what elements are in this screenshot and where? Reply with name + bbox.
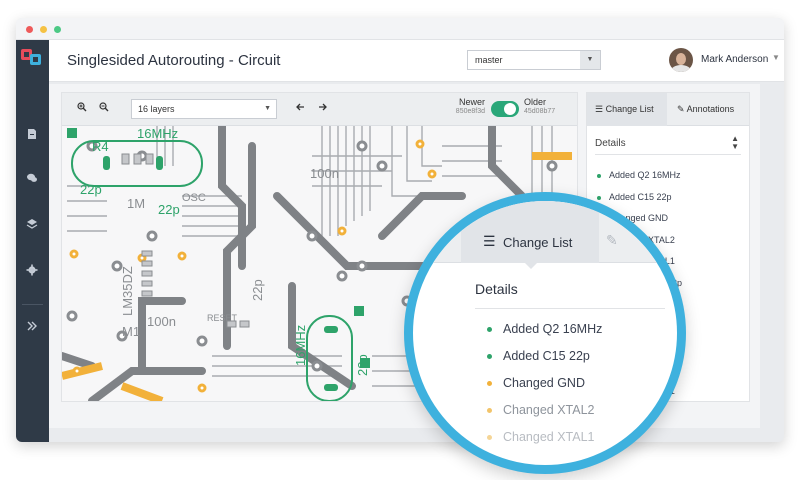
sort-icon: ▲ ▼ (731, 134, 739, 151)
board-label-22p-b: 22p (158, 202, 180, 217)
board-label-22p-a: 22p (80, 182, 102, 197)
older-hash: 45d08b77 (524, 108, 556, 115)
arrow-left-icon[interactable] (293, 102, 307, 116)
status-dot-icon (487, 354, 492, 359)
list-item[interactable]: Changed GND (475, 370, 675, 397)
board-label-100n-b: 100n (147, 314, 176, 329)
board-label-16mhz-b: 16MHz (293, 325, 308, 366)
board-label-100n-a: 100n (310, 166, 339, 181)
list-item-label: Changed XTAL2 (503, 403, 595, 417)
list-item[interactable]: Changed XTAL2 (475, 397, 675, 424)
expand-sidebar-icon[interactable] (24, 320, 40, 336)
list-item-label: Added Q2 16MHz (609, 170, 681, 180)
board-label-r4: R4 (92, 139, 109, 154)
pencil-icon: ✎ (606, 232, 618, 248)
maximize-window-button[interactable] (54, 26, 61, 33)
arrow-right-icon[interactable] (316, 102, 330, 116)
minimize-window-button[interactable] (40, 26, 47, 33)
board-label-m1: M1 (122, 324, 140, 339)
board-label-lm35dz: LM35DZ (120, 266, 135, 316)
board-label-osc: OSC (182, 192, 206, 204)
list-icon: ☰ (595, 104, 604, 114)
newer-label: Newer (458, 97, 485, 107)
list-item-label: Changed GND (503, 376, 585, 390)
tab-annotations[interactable]: ✎ Annotations (669, 93, 749, 126)
newer-version: Newer 850e8f3d (456, 97, 485, 115)
magnifier-tab-label: Change List (503, 235, 573, 250)
status-dot-icon (487, 381, 492, 386)
magnifier-details-label: Details (475, 281, 665, 309)
list-item[interactable]: Added Q2 16MHz (475, 316, 675, 343)
older-label: Older (524, 97, 547, 107)
tab-pointer (525, 263, 537, 269)
list-item[interactable]: Added C15 22p (475, 343, 675, 370)
panel-tabs: ☰ Change List ✎ Annotations (587, 93, 749, 126)
stage: Singlesided Autorouting - Circuit master… (0, 0, 800, 480)
magnifier-change-list: Added Q2 16MHz Added C15 22p Changed GND Ch… (475, 316, 675, 451)
sidebar-divider (22, 304, 43, 305)
status-dot-icon (487, 408, 492, 413)
list-icon: ☰ (483, 233, 496, 249)
sidebar (16, 40, 49, 442)
comments-icon[interactable] (24, 172, 40, 188)
older-version: Older 45d08b77 (524, 97, 555, 115)
top-header: Singlesided Autorouting - Circuit master… (49, 40, 784, 82)
tab-change-list[interactable]: ☰ Change List (587, 93, 667, 126)
magnifier-tabbar: ☰ Change List ✎ (413, 201, 677, 263)
tab-change-list-label: Change List (605, 104, 654, 114)
details-select[interactable]: Details ▲ ▼ (595, 133, 741, 155)
list-item[interactable]: Added Q2 16MHz (595, 165, 745, 187)
status-dot-icon (487, 435, 492, 440)
board-label-16mhz: 16MHz (137, 126, 178, 141)
chevron-down-icon: ▼ (264, 105, 271, 112)
list-item[interactable]: Changed XTAL1 (475, 424, 675, 451)
chevron-down-icon[interactable]: ▼ (772, 53, 780, 62)
list-item-label: Changed XTAL1 (503, 430, 595, 444)
status-dot-icon (597, 195, 601, 200)
window-titlebar (16, 18, 784, 40)
close-window-button[interactable] (26, 26, 33, 33)
board-label-1m: 1M (127, 196, 145, 211)
layers-icon[interactable] (24, 218, 40, 234)
silkscreen-labels: R4 16MHz 22p 1M 22p 100n RESET M1 100n O… (80, 126, 339, 339)
layers-select[interactable]: 16 layers ▼ (131, 99, 277, 119)
user-name[interactable]: Mark Anderson (701, 54, 768, 65)
magnifier-tab-change-list[interactable] (461, 201, 599, 263)
status-dot-icon (597, 174, 601, 178)
magnifier-callout: ☰ Change List ✎ Details Added Q2 16MHz Ad… (404, 192, 686, 474)
list-item-label: Added Q2 16MHz (503, 322, 603, 336)
chevron-down-icon: ▼ (580, 51, 600, 69)
layers-select-value: 16 layers (138, 104, 175, 114)
branch-select[interactable]: master ▼ (467, 50, 601, 70)
avatar[interactable] (669, 48, 693, 72)
details-label: Details (595, 138, 626, 149)
board-toolbar: 16 layers ▼ Newer 850e8f3d Older 45d08b7… (62, 93, 577, 126)
board-label-reset: RESET (207, 313, 238, 323)
zoom-in-icon[interactable] (75, 102, 89, 116)
board-label-22p-c: 22p (355, 354, 370, 376)
page-title: Singlesided Autorouting - Circuit (67, 52, 281, 69)
document-icon[interactable] (24, 128, 40, 144)
gear-icon[interactable] (24, 264, 40, 280)
branch-select-value: master (475, 55, 503, 65)
board-label-22p-d: 22p (250, 279, 265, 301)
status-dot-icon (487, 327, 492, 332)
zoom-out-icon[interactable] (97, 102, 111, 116)
newer-hash: 850e8f3d (455, 108, 485, 115)
pencil-icon: ✎ (677, 104, 685, 114)
version-toggle[interactable] (491, 101, 519, 117)
list-item-label: Added C15 22p (503, 349, 590, 363)
tab-annotations-label: Annotations (686, 104, 735, 114)
app-logo-icon (21, 49, 41, 65)
